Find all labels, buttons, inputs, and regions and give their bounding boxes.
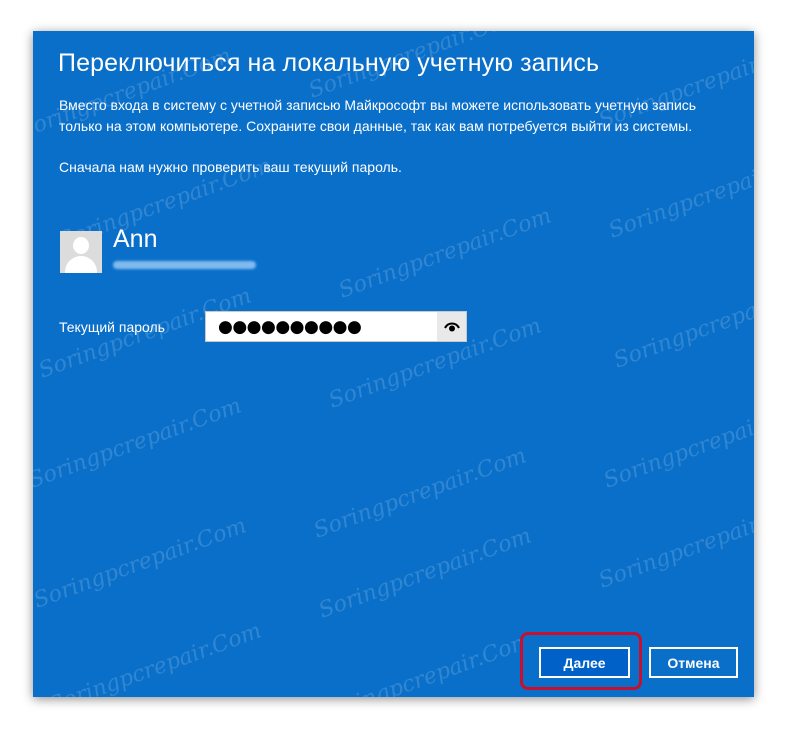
watermark: Soringpcrepair.Com (310, 443, 530, 544)
avatar-torso (65, 256, 97, 273)
dialog-description-block: Вместо входа в систему с учетной записью… (59, 95, 729, 198)
watermark: Soringpcrepair.Com (45, 618, 265, 697)
dialog-instruction: Сначала нам нужно проверить ваш текущий … (59, 159, 402, 175)
next-button[interactable]: Далее (539, 647, 630, 678)
watermark: Soringpcrepair.Com (610, 273, 754, 374)
reveal-password-button[interactable] (437, 312, 466, 341)
watermark: Soringpcrepair.Com (600, 393, 754, 494)
dialog-title: Переключиться на локальную учетную запис… (58, 49, 600, 77)
password-masked-value: ●●●●●●●●●● (218, 317, 362, 337)
current-password-input[interactable]: ●●●●●●●●●● (205, 311, 467, 342)
dialog-description: Вместо входа в систему с учетной записью… (59, 97, 697, 134)
watermark: Soringpcrepair.Com (33, 513, 250, 614)
cancel-button[interactable]: Отмена (649, 647, 738, 678)
watermark: Soringpcrepair.Com (335, 203, 555, 304)
switch-account-dialog: Soringpcrepair.Com Soringpcrepair.Com So… (33, 31, 754, 697)
watermark: Soringpcrepair.Com (315, 628, 535, 697)
user-avatar-icon (60, 231, 102, 273)
eye-icon (443, 322, 460, 331)
user-email-blurred (113, 261, 256, 269)
watermark: Soringpcrepair.Com (595, 493, 754, 594)
watermark: Soringpcrepair.Com (33, 393, 245, 494)
avatar-head (73, 237, 89, 254)
watermark: Soringpcrepair.Com (315, 523, 535, 624)
user-name: Ann (113, 225, 158, 253)
password-label: Текущий пароль (59, 319, 165, 335)
